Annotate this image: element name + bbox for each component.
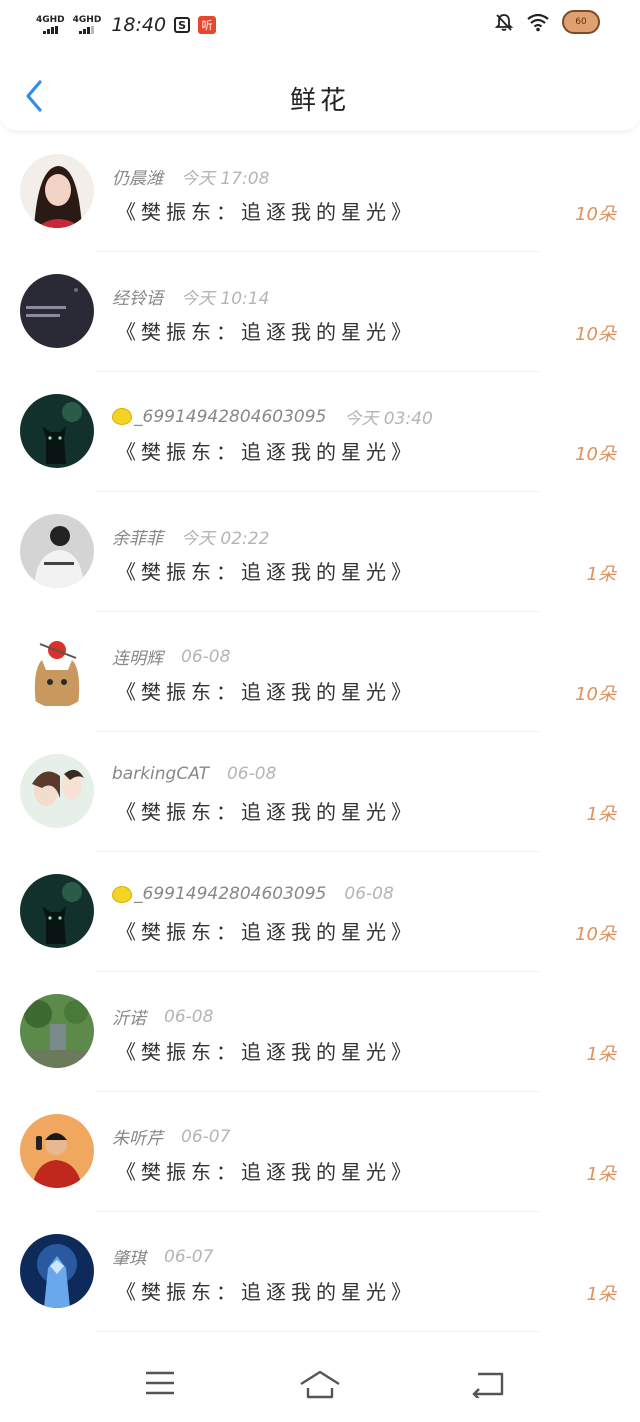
user-name[interactable]: 余菲菲: [112, 524, 163, 549]
record-time: 今天 03:40: [344, 409, 433, 429]
book-title: 《樊振东：追逐我的星光》: [116, 320, 416, 344]
user-name[interactable]: 仍晨潍: [112, 164, 163, 189]
record-meta: _69914942804603095 今天 03:40: [112, 404, 433, 429]
flower-count: 1朵: [586, 1164, 616, 1185]
list-item[interactable]: 朱听芹 06-07 《樊振东：追逐我的星光》 1朵: [0, 1092, 640, 1212]
book-title: 《樊振东：追逐我的星光》: [116, 920, 416, 944]
wifi-icon: [527, 13, 549, 32]
network-label-1: 4GHD: [36, 15, 65, 25]
ting-app-icon: 听: [198, 16, 217, 34]
flower-record-list: 仍晨潍 今天 17:08 《樊振东：追逐我的星光》 10朵 经铃语 今天 10:…: [0, 132, 640, 1332]
lemon-emoji-icon: [112, 408, 132, 425]
network-indicator-2: 4GHD: [72, 15, 102, 34]
user-name[interactable]: barkingCAT: [112, 764, 209, 784]
user-name[interactable]: 经铃语: [112, 284, 163, 309]
clock: 18:40: [111, 14, 167, 36]
record-meta: 仍晨潍 今天 17:08: [112, 164, 269, 189]
list-item[interactable]: _69914942804603095 今天 03:40 《樊振东：追逐我的星光》…: [0, 372, 640, 492]
record-time: 06-08: [344, 884, 394, 904]
list-item[interactable]: 沂诺 06-08 《樊振东：追逐我的星光》 1朵: [0, 972, 640, 1092]
menu-button[interactable]: [144, 1370, 176, 1400]
book-title: 《樊振东：追逐我的星光》: [116, 560, 416, 584]
user-name[interactable]: 沂诺: [112, 1004, 146, 1029]
record-time: 今天 02:22: [181, 529, 270, 549]
list-item[interactable]: 经铃语 今天 10:14 《樊振东：追逐我的星光》 10朵: [0, 252, 640, 372]
flower-count: 10朵: [575, 684, 616, 705]
return-icon: [472, 1372, 504, 1400]
system-nav-bar: [0, 1340, 640, 1422]
home-button[interactable]: [298, 1370, 342, 1404]
record-meta: 沂诺 06-08: [112, 1004, 214, 1030]
avatar[interactable]: [20, 634, 94, 708]
record-meta: 经铃语 今天 10:14: [112, 284, 269, 309]
record-meta: 朱听芹 06-07: [112, 1124, 231, 1150]
user-name[interactable]: 朱听芹: [112, 1124, 163, 1149]
nav-header: 鲜花: [0, 50, 640, 132]
record-meta: barkingCAT 06-08: [112, 764, 276, 784]
battery-level: 60: [575, 17, 587, 27]
s-app-icon: S: [174, 17, 191, 33]
record-time: 06-07: [164, 1246, 214, 1267]
record-meta: 余菲菲 今天 02:22: [112, 524, 269, 549]
list-item[interactable]: _69914942804603095 06-08 《樊振东：追逐我的星光》 10…: [0, 852, 640, 972]
flower-count: 10朵: [575, 324, 616, 345]
user-name[interactable]: 连明辉: [112, 644, 163, 669]
record-time: 今天 10:14: [181, 289, 270, 309]
signal-bars-icon: [79, 26, 95, 34]
avatar[interactable]: [20, 514, 94, 588]
lemon-emoji-icon: [112, 885, 132, 903]
user-name[interactable]: _69914942804603095: [134, 407, 326, 427]
record-time: 06-08: [181, 646, 231, 667]
record-time: 06-08: [164, 1006, 214, 1027]
avatar[interactable]: [20, 874, 94, 948]
menu-icon: [146, 1371, 174, 1395]
network-label-2: 4GHD: [72, 15, 102, 25]
avatar[interactable]: [20, 1234, 94, 1308]
book-title: 《樊振东：追逐我的星光》: [116, 200, 416, 224]
record-meta: _69914942804603095 06-08: [112, 884, 394, 904]
flower-count: 10朵: [575, 924, 616, 945]
record-time: 06-08: [226, 764, 277, 784]
list-item[interactable]: 连明辉 06-08 《樊振东：追逐我的星光》 10朵: [0, 612, 640, 732]
record-time: 06-07: [181, 1126, 231, 1147]
flower-count: 1朵: [586, 1284, 616, 1305]
status-bar: 4GHD 4GHD 18:40 S 听 60: [0, 0, 640, 50]
book-title: 《樊振东：追逐我的星光》: [116, 440, 416, 464]
avatar[interactable]: [20, 274, 94, 348]
book-title: 《樊振东：追逐我的星光》: [116, 800, 416, 824]
flower-count: 10朵: [575, 204, 616, 225]
status-left: 4GHD 4GHD 18:40 S 听: [36, 14, 217, 36]
signal-bars-icon: [42, 26, 58, 34]
flower-count: 1朵: [586, 564, 616, 585]
home-icon: [300, 1370, 340, 1399]
book-title: 《樊振东：追逐我的星光》: [116, 1160, 416, 1184]
book-title: 《樊振东：追逐我的星光》: [116, 1280, 416, 1304]
flower-count: 10朵: [575, 444, 616, 465]
return-button[interactable]: [470, 1370, 506, 1402]
page-title: 鲜花: [289, 86, 350, 116]
record-meta: 肇琪 06-07: [112, 1244, 214, 1270]
avatar[interactable]: [20, 1114, 94, 1188]
user-name[interactable]: _69914942804603095: [134, 884, 326, 904]
mute-bell-icon: [494, 14, 514, 31]
status-right: 60: [494, 10, 600, 34]
book-title: 《樊振东：追逐我的星光》: [116, 1040, 416, 1064]
avatar[interactable]: [20, 154, 94, 228]
battery-icon: 60: [562, 10, 600, 34]
list-item[interactable]: barkingCAT 06-08 《樊振东：追逐我的星光》 1朵: [0, 732, 640, 852]
flower-count: 1朵: [586, 1044, 616, 1065]
flower-count: 1朵: [586, 804, 616, 825]
record-meta: 连明辉 06-08: [112, 644, 231, 670]
avatar[interactable]: [20, 394, 94, 468]
book-title: 《樊振东：追逐我的星光》: [116, 680, 416, 704]
record-time: 今天 17:08: [181, 169, 270, 189]
divider: [96, 1331, 540, 1332]
network-indicator-1: 4GHD: [36, 16, 65, 34]
user-name[interactable]: 肇琪: [112, 1244, 146, 1269]
avatar[interactable]: [20, 754, 94, 828]
avatar[interactable]: [20, 994, 94, 1068]
list-item[interactable]: 肇琪 06-07 《樊振东：追逐我的星光》 1朵: [0, 1212, 640, 1332]
list-item[interactable]: 仍晨潍 今天 17:08 《樊振东：追逐我的星光》 10朵: [0, 132, 640, 252]
list-item[interactable]: 余菲菲 今天 02:22 《樊振东：追逐我的星光》 1朵: [0, 492, 640, 612]
